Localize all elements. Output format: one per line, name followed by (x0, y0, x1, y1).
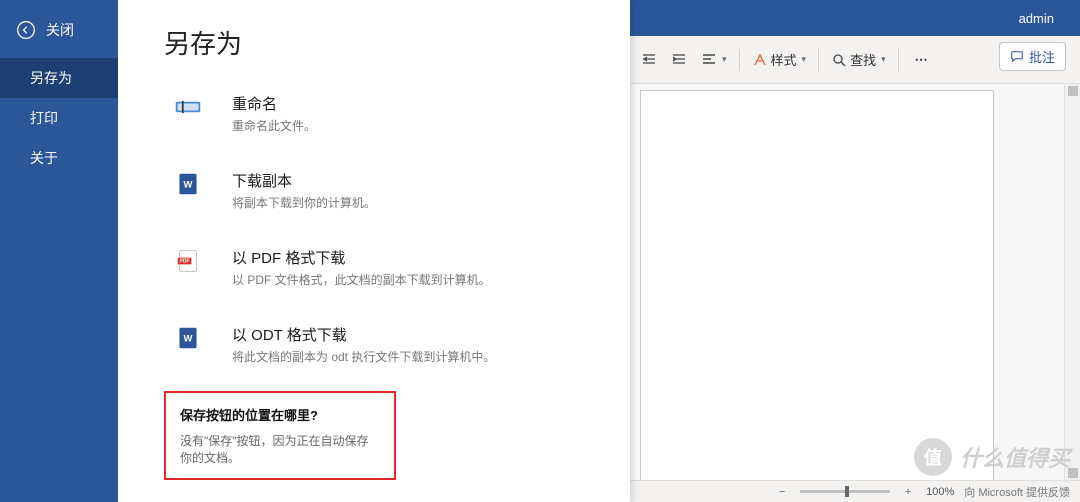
svg-text:W: W (184, 178, 193, 189)
option-title: 以 PDF 格式下载 (232, 247, 491, 268)
page-title: 另存为 (164, 24, 584, 61)
autosave-note: 保存按钮的位置在哪里? 没有"保存"按钮，因为正在自动保存你的文档。 (164, 391, 396, 480)
indent-increase-button[interactable] (665, 48, 693, 72)
note-question: 保存按钮的位置在哪里? (180, 405, 380, 424)
more-options-button[interactable]: ⋯ (905, 48, 939, 72)
svg-text:W: W (184, 332, 193, 343)
separator (818, 49, 819, 71)
nav-item-print[interactable]: 打印 (0, 98, 118, 138)
styles-label: 样式 (771, 50, 797, 69)
rename-icon (174, 95, 202, 119)
option-rename[interactable]: 重命名 重命名此文件。 (164, 83, 584, 144)
zoom-slider[interactable] (800, 490, 890, 493)
align-button[interactable]: ▾ (695, 48, 733, 72)
chevron-down-icon: ▾ (722, 54, 727, 65)
option-title: 以 ODT 格式下载 (232, 324, 495, 345)
current-user-label[interactable]: admin (1019, 11, 1054, 26)
nav-item-label: 打印 (30, 110, 58, 126)
option-desc: 将副本下载到你的计算机。 (232, 194, 376, 211)
close-label: 关闭 (46, 20, 74, 40)
chevron-down-icon: ▾ (802, 54, 807, 65)
option-download-pdf[interactable]: PDF 以 PDF 格式下载 以 PDF 文件格式，此文档的副本下载到计算机。 (164, 237, 584, 298)
comments-label: 批注 (1029, 47, 1055, 66)
zoom-in-button[interactable]: + (900, 486, 916, 498)
option-desc: 重命名此文件。 (232, 117, 316, 134)
option-title: 重命名 (232, 93, 316, 114)
feedback-link[interactable]: 向 Microsoft 提供反馈 (964, 484, 1070, 500)
comments-button[interactable]: 批注 (999, 42, 1066, 71)
separator (739, 49, 740, 71)
option-download-copy[interactable]: W 下载副本 将副本下载到你的计算机。 (164, 160, 584, 221)
word-file-icon: W (174, 326, 202, 350)
backstage-panel: 关闭 另存为 打印 关于 另存为 重命名 重命名此文件。 W 下载副本 将副本下… (0, 0, 630, 502)
zoom-out-button[interactable]: − (774, 486, 790, 498)
backstage-content: 另存为 重命名 重命名此文件。 W 下载副本 将副本下载到你的计算机。 PDF … (118, 0, 630, 502)
note-answer: 没有"保存"按钮，因为正在自动保存你的文档。 (180, 432, 380, 466)
vertical-scrollbar[interactable] (1064, 84, 1080, 480)
nav-item-about[interactable]: 关于 (0, 138, 118, 178)
svg-text:PDF: PDF (179, 259, 189, 265)
nav-item-save-as[interactable]: 另存为 (0, 58, 118, 98)
option-desc: 将此文档的副本为 odt 执行文件下载到计算机中。 (232, 348, 495, 365)
chevron-down-icon: ▾ (881, 54, 886, 65)
find-button[interactable]: 查找 ▾ (825, 46, 892, 73)
styles-button[interactable]: 样式 ▾ (746, 46, 813, 73)
word-file-icon: W (174, 172, 202, 196)
zoom-level-label[interactable]: 100% (926, 486, 954, 498)
option-download-odt[interactable]: W 以 ODT 格式下载 将此文档的副本为 odt 执行文件下载到计算机中。 (164, 314, 584, 375)
find-label: 查找 (850, 50, 876, 69)
pdf-file-icon: PDF (174, 249, 202, 273)
document-page[interactable] (640, 90, 994, 480)
back-button[interactable]: 关闭 (0, 10, 118, 58)
nav-item-label: 另存为 (30, 70, 72, 86)
indent-decrease-button[interactable] (635, 48, 663, 72)
separator (898, 49, 899, 71)
back-arrow-icon (16, 20, 36, 40)
nav-item-label: 关于 (30, 150, 58, 166)
option-desc: 以 PDF 文件格式，此文档的副本下载到计算机。 (232, 271, 491, 288)
option-title: 下载副本 (232, 170, 376, 191)
backstage-nav: 关闭 另存为 打印 关于 (0, 0, 118, 502)
